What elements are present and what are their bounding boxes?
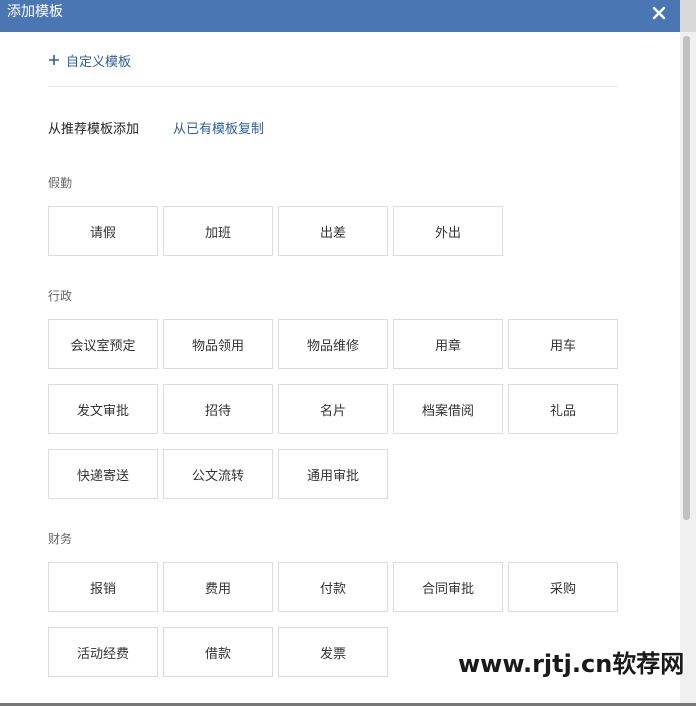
tab-recommended[interactable]: 从推荐模板添加	[48, 118, 139, 138]
watermark: www.rjtj.cn软荐网	[458, 650, 685, 678]
template-tile[interactable]: 用车	[508, 319, 618, 369]
template-tile[interactable]: 加班	[163, 206, 273, 256]
template-tile[interactable]: 物品领用	[163, 319, 273, 369]
template-tile[interactable]: 发文审批	[48, 384, 158, 434]
template-tile[interactable]: 档案借阅	[393, 384, 503, 434]
custom-template-button[interactable]: 自定义模板	[48, 50, 131, 70]
section-title-finance: 财务	[48, 532, 73, 546]
dialog-content: 自定义模板 从推荐模板添加 从已有模板复制 假勤 请假 加班 出差 外出 行政 …	[0, 32, 680, 703]
template-tile[interactable]: 物品维修	[278, 319, 388, 369]
divider	[48, 86, 618, 87]
section-title-attendance: 假勤	[48, 176, 73, 190]
scrollbar-thumb[interactable]	[683, 36, 690, 520]
plus-icon	[48, 54, 60, 66]
section-grid-administration: 会议室预定 物品领用 物品维修 用章 用车 发文审批 招待 名片 档案借阅 礼品…	[48, 319, 628, 499]
custom-template-label: 自定义模板	[66, 54, 132, 70]
dialog-titlebar: 添加模板	[0, 0, 680, 32]
template-tile[interactable]: 招待	[163, 384, 273, 434]
template-tile[interactable]: 通用审批	[278, 449, 388, 499]
template-tile[interactable]: 用章	[393, 319, 503, 369]
template-tile[interactable]: 出差	[278, 206, 388, 256]
add-template-dialog: 添加模板 自定义模板 从推荐模板添加 从已有模板复制 假勤 请假 加班 出差 外…	[0, 0, 680, 703]
template-tile[interactable]: 合同审批	[393, 562, 503, 612]
template-tile[interactable]: 报销	[48, 562, 158, 612]
template-tile[interactable]: 礼品	[508, 384, 618, 434]
dialog-title: 添加模板	[7, 4, 63, 20]
template-tile[interactable]: 会议室预定	[48, 319, 158, 369]
template-tile[interactable]: 采购	[508, 562, 618, 612]
template-tile[interactable]: 外出	[393, 206, 503, 256]
section-title-administration: 行政	[48, 289, 73, 303]
template-tile[interactable]: 费用	[163, 562, 273, 612]
tab-copy-existing[interactable]: 从已有模板复制	[173, 118, 264, 138]
template-tile[interactable]: 公文流转	[163, 449, 273, 499]
template-source-tabs: 从推荐模板添加 从已有模板复制	[48, 118, 264, 138]
section-grid-attendance: 请假 加班 出差 外出	[48, 206, 628, 256]
template-tile[interactable]: 活动经费	[48, 627, 158, 677]
template-tile[interactable]: 发票	[278, 627, 388, 677]
template-tile[interactable]: 请假	[48, 206, 158, 256]
close-icon[interactable]	[650, 4, 668, 22]
template-tile[interactable]: 快递寄送	[48, 449, 158, 499]
template-tile[interactable]: 名片	[278, 384, 388, 434]
template-tile[interactable]: 借款	[163, 627, 273, 677]
template-tile[interactable]: 付款	[278, 562, 388, 612]
